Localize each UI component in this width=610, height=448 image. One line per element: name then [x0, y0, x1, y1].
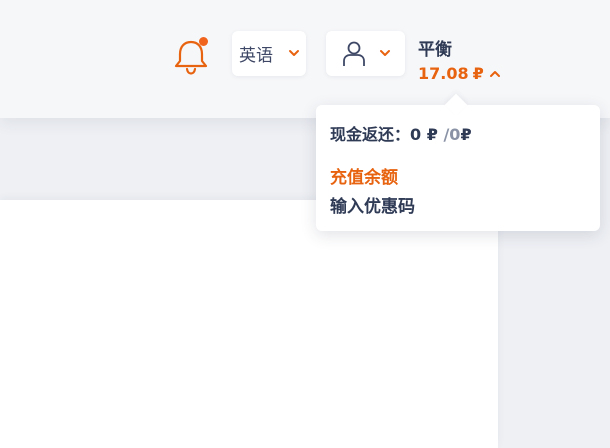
language-select[interactable]: 英语	[232, 31, 306, 76]
cashback-currency: ₽	[426, 125, 438, 144]
chevron-down-icon	[289, 50, 299, 56]
cashback-label: 现金返还：	[330, 125, 411, 144]
balance-toggle[interactable]: 17.08 ₽	[418, 64, 501, 83]
user-menu-button[interactable]	[326, 31, 405, 76]
user-icon	[343, 41, 365, 66]
enter-promo-code-link[interactable]: 输入优惠码	[330, 192, 415, 217]
chevron-up-icon	[489, 70, 500, 77]
balance-label: 平衡	[418, 40, 452, 60]
notifications-button[interactable]	[172, 36, 210, 76]
cashback-info: 现金返还：0 ₽ /0₽	[330, 121, 472, 145]
main-content-panel	[0, 200, 498, 448]
chevron-down-icon	[380, 50, 390, 56]
unread-dot	[199, 37, 208, 46]
cashback-limit: 0	[449, 125, 461, 144]
cashback-limit-currency: ₽	[460, 125, 472, 144]
language-label: 英语	[239, 46, 273, 66]
topup-balance-link[interactable]: 充值余额	[330, 163, 398, 188]
balance-dropdown: 现金返还：0 ₽ /0₽ 充值余额 输入优惠码	[316, 105, 600, 231]
cashback-amount: 0	[410, 125, 422, 144]
balance-currency: ₽	[472, 64, 484, 83]
top-bar: 英语 平衡 17.08 ₽	[0, 0, 610, 118]
balance-amount: 17.08	[418, 64, 469, 83]
